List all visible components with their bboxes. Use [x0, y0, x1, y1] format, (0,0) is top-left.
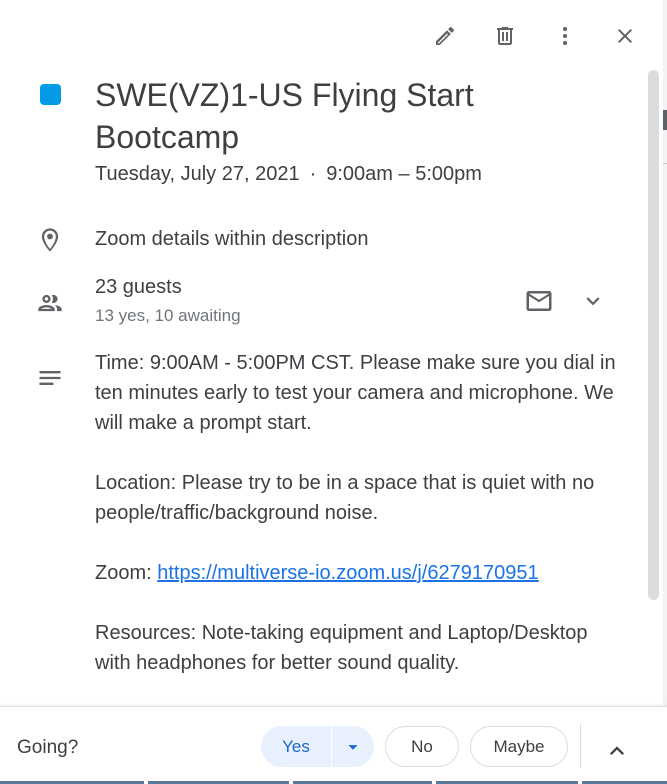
background-window-edge: [663, 0, 667, 784]
zoom-link[interactable]: https://multiverse-io.zoom.us/j/62791709…: [157, 562, 538, 584]
event-title: SWE(VZ)1-US Flying Start Bootcamp: [95, 77, 474, 155]
rsvp-yes-group: Yes: [261, 726, 374, 767]
rsvp-prompt: Going?: [17, 737, 79, 758]
location-pin-icon: [36, 226, 64, 254]
edit-event-button[interactable]: [423, 14, 467, 58]
rsvp-no-button[interactable]: No: [385, 726, 459, 767]
rsvp-maybe-button[interactable]: Maybe: [470, 726, 568, 767]
mail-icon: [526, 291, 552, 311]
rsvp-bar: Going? Yes No Maybe: [0, 706, 667, 784]
calendar-color-swatch: [40, 84, 61, 105]
event-toolbar: [407, 14, 647, 58]
trash-icon: [497, 27, 513, 45]
notes-icon: [36, 364, 64, 392]
guest-summary: 13 yes, 10 awaiting: [95, 306, 241, 325]
guest-count[interactable]: 23 guests: [95, 276, 182, 299]
more-vert-icon: [563, 27, 567, 45]
event-details-panel: SWE(VZ)1-US Flying Start Bootcamp Tuesda…: [0, 0, 667, 784]
close-button[interactable]: [603, 14, 647, 58]
event-date: Tuesday, July 27, 2021: [95, 163, 300, 185]
description-zoom: Zoom: https://multiverse-io.zoom.us/j/62…: [95, 562, 539, 584]
description-time: Time: 9:00AM - 5:00PM CST. Please make s…: [95, 352, 616, 434]
email-guests-button[interactable]: [520, 282, 558, 320]
people-icon: [36, 289, 64, 317]
pencil-icon: [436, 26, 455, 45]
rsvp-yes-dropdown[interactable]: [332, 736, 374, 758]
more-options-button[interactable]: [543, 14, 587, 58]
event-datetime: Tuesday, July 27, 2021 · 9:00am – 5:00pm: [95, 163, 482, 186]
event-time: 9:00am – 5:00pm: [326, 163, 482, 185]
event-location: Zoom details within description: [95, 228, 369, 250]
chevron-up-icon: [610, 746, 624, 755]
caret-down-icon: [348, 744, 358, 750]
scrollbar-thumb[interactable]: [648, 70, 659, 600]
expand-guests-button[interactable]: [576, 282, 610, 320]
description-location: Location: Please try to be in a space th…: [95, 472, 595, 524]
chevron-down-icon: [586, 297, 600, 306]
datetime-separator: ·: [309, 163, 317, 185]
rsvp-yes-button[interactable]: Yes: [261, 737, 331, 757]
close-icon: [618, 29, 632, 43]
event-description: Time: 9:00AM - 5:00PM CST. Please make s…: [95, 348, 625, 678]
description-resources: Resources: Note-taking equipment and Lap…: [95, 622, 588, 674]
delete-event-button[interactable]: [483, 14, 527, 58]
collapse-rsvp-button[interactable]: [600, 734, 634, 768]
